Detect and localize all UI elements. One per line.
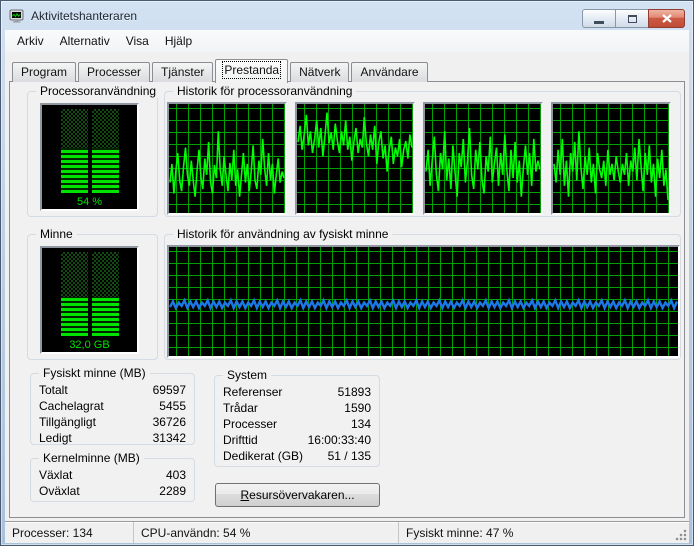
group-label: Fysiskt minne (MB) (39, 366, 150, 380)
stat-row: Tillgängligt 36726 (39, 414, 186, 430)
stat-label: Cachelagrat (39, 398, 104, 414)
stat-label: Drifttid (223, 432, 258, 448)
status-panes: Processer: 134CPU-användn: 54 %Fysiskt m… (5, 522, 689, 543)
cpu-history-group: Historik för processoranvändning (164, 91, 681, 217)
memory-usage-gauge: 32,0 GB (40, 246, 139, 354)
stat-row: Växlat 403 (39, 467, 186, 483)
stat-label: Trådar (223, 400, 258, 416)
stat-label: Dedikerat (GB) (223, 448, 303, 464)
minimize-icon (594, 21, 604, 24)
group-label: Historik för användning av fysiskt minne (173, 227, 392, 241)
cpu-led-bars (61, 109, 119, 193)
stat-row: Referenser 51893 (223, 384, 371, 400)
physical-memory-group: Fysiskt minne (MB) Totalt 69597 Cachelag… (30, 373, 195, 445)
stat-label: Ledigt (39, 430, 72, 446)
task-manager-icon (9, 8, 25, 24)
status-pane: Processer: 134 (5, 522, 134, 543)
menu-bar: ArkivAlternativVisaHjälp (5, 30, 689, 52)
resource-monitor-button[interactable]: Resursövervakaren... (215, 483, 380, 507)
physical-memory-rows: Totalt 69597 Cachelagrat 5455 Tillgängli… (31, 374, 194, 446)
stat-label: Oväxlat (39, 483, 80, 499)
close-icon (662, 14, 672, 23)
kernel-memory-group: Kernelminne (MB) Växlat 403 Oväxlat 2289 (30, 458, 195, 502)
stat-row: Drifttid 16:00:33:40 (223, 432, 371, 448)
performance-tab-page: Processoranvändning 54 % Historik för pr… (9, 81, 685, 518)
status-pane: CPU-användn: 54 % (134, 522, 399, 543)
cpu-history-graph-2 (295, 102, 415, 215)
tab[interactable]: Nätverk (290, 62, 349, 82)
tab[interactable]: Tjänster (152, 62, 213, 82)
cpu-history-graph-3 (423, 102, 543, 215)
stat-row: Totalt 69597 (39, 382, 186, 398)
close-button[interactable] (648, 9, 685, 28)
menu-item[interactable]: Visa (118, 31, 157, 51)
stat-value: 16:00:33:40 (308, 432, 371, 448)
system-group: System Referenser 51893 Trådar 1590 Proc… (214, 375, 380, 467)
memory-usage-value: 32,0 GB (42, 339, 137, 351)
tab[interactable]: Processer (78, 62, 150, 82)
cpu-usage-value: 54 % (42, 196, 137, 208)
minimize-button[interactable] (582, 9, 615, 28)
menu-item[interactable]: Alternativ (52, 31, 118, 51)
stat-value: 2289 (159, 483, 186, 499)
stat-value: 36726 (153, 414, 186, 430)
stat-label: Processer (223, 416, 277, 432)
tab-strip: ProgramProcesserTjänsterPrestandaNätverk… (9, 59, 685, 82)
stat-value: 69597 (153, 382, 186, 398)
cpu-usage-group: Processoranvändning 54 % (27, 91, 158, 217)
stat-label: Referenser (223, 384, 282, 400)
memory-group: Minne 32,0 GB (27, 234, 158, 360)
group-label: Processoranvändning (36, 84, 160, 98)
maximize-icon (628, 15, 637, 23)
stat-value: 51893 (338, 384, 371, 400)
memory-led-bars (61, 252, 119, 336)
stat-row: Processer 134 (223, 416, 371, 432)
tab[interactable]: Prestanda (215, 59, 288, 83)
group-label: Minne (36, 227, 77, 241)
memory-history-graph (167, 245, 680, 358)
memory-history-group: Historik för användning av fysiskt minne (164, 234, 681, 360)
stat-value: 51 / 135 (328, 448, 371, 464)
resize-grip-icon[interactable] (675, 529, 687, 541)
cpu-history-graph-1 (167, 102, 287, 215)
status-pane: Fysiskt minne: 47 % (399, 522, 689, 543)
stat-value: 403 (166, 467, 186, 483)
stat-row: Oväxlat 2289 (39, 483, 186, 499)
menu-item[interactable]: Hjälp (157, 31, 200, 51)
stat-value: 31342 (153, 430, 186, 446)
window-controls (582, 9, 685, 28)
stat-label: Växlat (39, 467, 72, 483)
tab[interactable]: Program (12, 62, 76, 82)
stat-label: Totalt (39, 382, 68, 398)
status-bar: Processer: 134CPU-användn: 54 %Fysiskt m… (5, 521, 689, 543)
tab[interactable]: Användare (351, 62, 427, 82)
stat-value: 134 (351, 416, 371, 432)
task-manager-window: Aktivitetshanteraren ArkivAlternativVisa… (0, 0, 694, 546)
kernel-memory-rows: Växlat 403 Oväxlat 2289 (31, 459, 194, 499)
stat-row: Ledigt 31342 (39, 430, 186, 446)
group-label: Kernelminne (MB) (39, 451, 144, 465)
stat-row: Dedikerat (GB) 51 / 135 (223, 448, 371, 464)
stat-row: Cachelagrat 5455 (39, 398, 186, 414)
maximize-button[interactable] (615, 9, 648, 28)
window-title: Aktivitetshanteraren (31, 9, 137, 23)
stat-label: Tillgängligt (39, 414, 96, 430)
stat-value: 5455 (159, 398, 186, 414)
cpu-history-graph-4 (551, 102, 671, 215)
system-rows: Referenser 51893 Trådar 1590 Processer 1… (215, 376, 379, 464)
group-label: Historik för processoranvändning (173, 84, 356, 98)
stat-value: 1590 (344, 400, 371, 416)
stat-row: Trådar 1590 (223, 400, 371, 416)
titlebar[interactable]: Aktivitetshanteraren (1, 1, 693, 30)
client-area: ArkivAlternativVisaHjälp ProgramProcesse… (5, 30, 689, 543)
cpu-usage-gauge: 54 % (40, 103, 139, 211)
group-label: System (223, 368, 271, 382)
menu-item[interactable]: Arkiv (9, 31, 52, 51)
